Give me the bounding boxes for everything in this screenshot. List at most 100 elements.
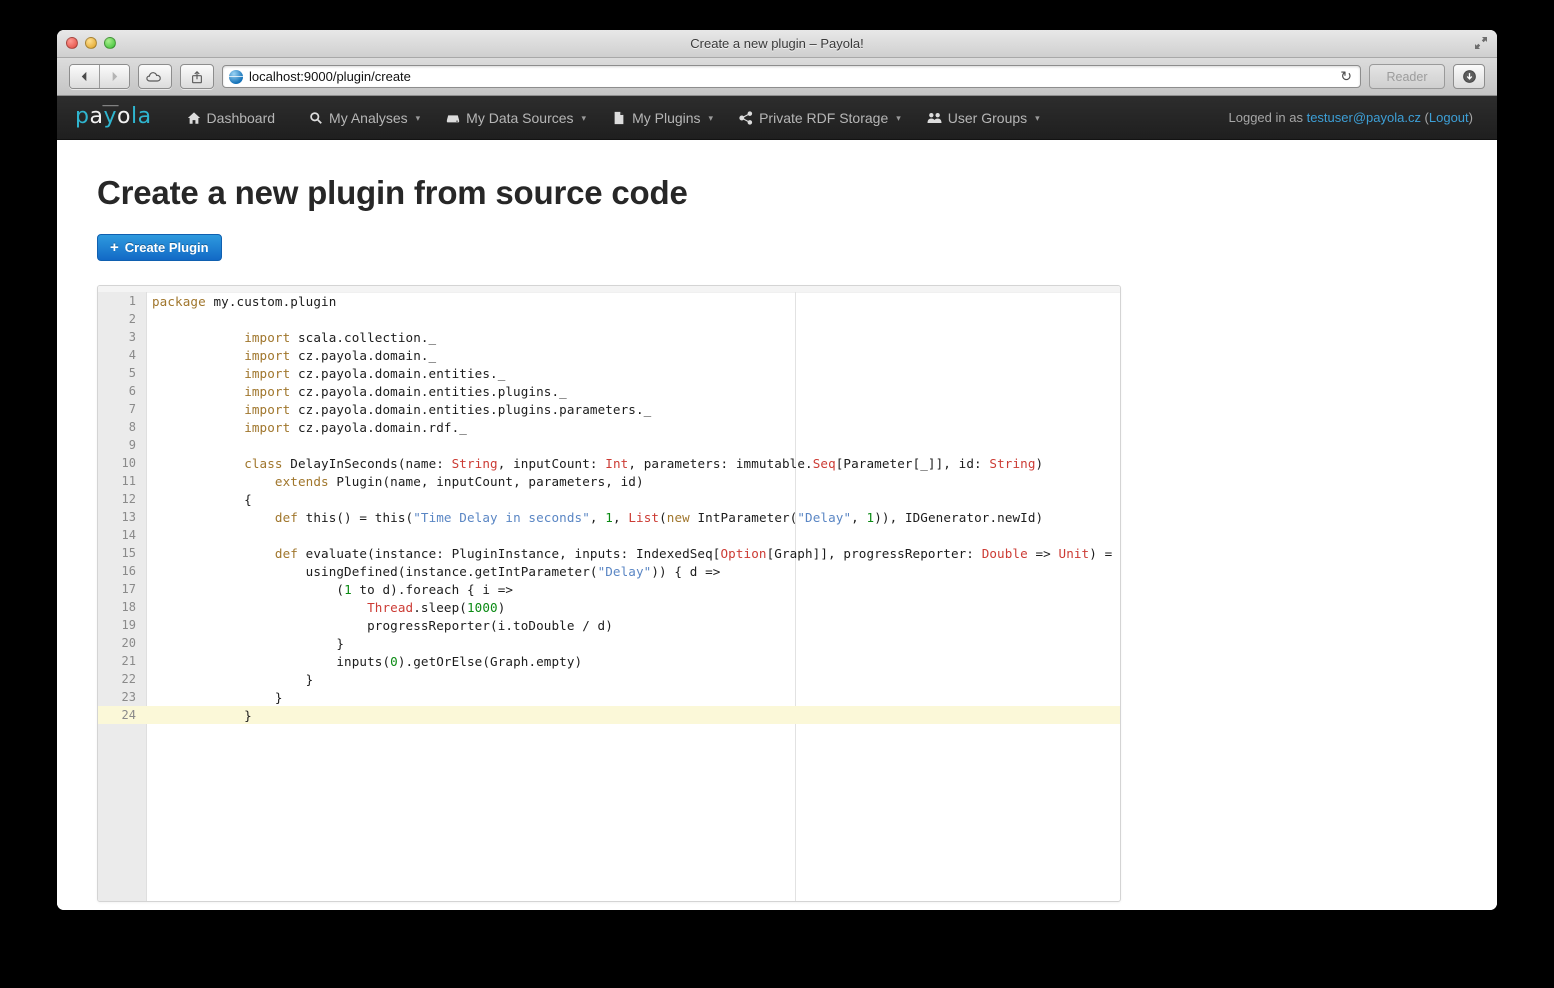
editor-line-9[interactable]: 9 [98, 436, 1120, 454]
line-code-18: Thread.sleep(1000) [367, 599, 506, 615]
create-plugin-button[interactable]: + Create Plugin [97, 234, 222, 261]
line-number-13: 13 [121, 510, 136, 524]
editor-line-16[interactable]: 16 usingDefined(instance.getIntParameter… [98, 562, 1120, 580]
editor-line-13[interactable]: 13 def this() = this("Time Delay in seco… [98, 508, 1120, 526]
editor-lines[interactable]: 1 package my.custom.plugin 2 3 import scala… [98, 292, 1120, 724]
user-email-link[interactable]: testuser@payola.cz [1307, 110, 1421, 125]
editor-line-10[interactable]: 10 class DelayInSeconds(name: String, in… [98, 454, 1120, 472]
line-number-14: 14 [121, 528, 136, 542]
editor-line-18[interactable]: 18 Thread.sleep(1000) [98, 598, 1120, 616]
source-code-editor[interactable]: 1 package my.custom.plugin 2 3 import scala… [97, 285, 1121, 902]
line-number-19: 19 [121, 618, 136, 632]
line-number-16: 16 [121, 564, 136, 578]
editor-line-14[interactable]: 14 [98, 526, 1120, 544]
window-titlebar: Create a new plugin – Payola! [57, 30, 1497, 58]
editor-line-5[interactable]: 5 import cz.payola.domain.entities._ [98, 364, 1120, 382]
editor-line-8[interactable]: 8 import cz.payola.domain.rdf._ [98, 418, 1120, 436]
screen-root: Create a new plugin – Payola! localhost:… [0, 0, 1554, 988]
reload-icon[interactable]: ↻ [1340, 68, 1354, 85]
address-bar[interactable]: localhost:9000/plugin/create ↻ [222, 65, 1361, 88]
reader-button[interactable]: Reader [1369, 64, 1445, 89]
editor-line-1[interactable]: 1 package my.custom.plugin [98, 292, 1120, 310]
editor-line-21[interactable]: 21 inputs(0).getOrElse(Graph.empty) [98, 652, 1120, 670]
line-number-20: 20 [121, 636, 136, 650]
nav-caret-user-groups: ▾ [1035, 113, 1040, 123]
nav-item-my-data-sources[interactable]: My Data Sources ▾ [433, 96, 599, 140]
nav-label-my-data-sources: My Data Sources [466, 109, 574, 126]
logout-link[interactable]: Logout [1429, 110, 1469, 125]
nav-item-user-groups[interactable]: User Groups ▾ [914, 96, 1053, 140]
nav-label-my-analyses: My Analyses [329, 109, 408, 126]
line-code-24: } [152, 707, 252, 723]
line-number-1: 1 [128, 294, 136, 308]
editor-line-19[interactable]: 19 progressReporter(i.toDouble / d) [98, 616, 1120, 634]
nav-item-my-plugins[interactable]: My Plugins ▾ [599, 96, 726, 140]
navbar-items: Dashboard My Analyses ▾ My Data Sources … [174, 96, 1053, 140]
line-number-11: 11 [121, 474, 136, 488]
icloud-tabs-icon[interactable] [138, 64, 172, 89]
nav-caret-my-analyses: ▾ [415, 113, 421, 123]
page-title: Create a new plugin from source code [97, 174, 688, 211]
line-code-10: class DelayInSeconds(name: String, input… [244, 455, 1044, 471]
nav-label-dashboard: Dashboard [206, 109, 276, 126]
editor-line-20[interactable]: 20 } [98, 634, 1120, 652]
window-title: Create a new plugin – Payola! [690, 36, 864, 51]
page-viewport: —— payola Dashboard My Analyses ▾ My Dat… [57, 96, 1497, 910]
line-code-5: import cz.payola.domain.entities._ [244, 365, 506, 381]
logo-la: la [130, 104, 152, 129]
editor-line-7[interactable]: 7 import cz.payola.domain.entities.plugi… [98, 400, 1120, 418]
fullscreen-icon[interactable] [1474, 36, 1488, 50]
editor-line-22[interactable]: 22 } [98, 670, 1120, 688]
editor-line-15[interactable]: 15 def evaluate(instance: PluginInstance… [98, 544, 1120, 562]
nav-item-private-rdf-storage[interactable]: Private RDF Storage ▾ [726, 96, 914, 140]
editor-line-6[interactable]: 6 import cz.payola.domain.entities.plugi… [98, 382, 1120, 400]
navigation-buttons [69, 64, 130, 89]
line-number-4: 4 [128, 348, 136, 362]
editor-line-24[interactable]: 24 } [98, 706, 1120, 724]
line-code-15: def evaluate(instance: PluginInstance, i… [274, 545, 1120, 561]
nav-item-my-analyses[interactable]: My Analyses ▾ [296, 96, 433, 140]
nav-label-private-rdf-storage: Private RDF Storage [759, 109, 889, 126]
main-content: Create a new plugin from source code + C… [57, 140, 1497, 902]
editor-line-17[interactable]: 17 (1 to d).foreach { i => [98, 580, 1120, 598]
line-code-21: inputs(0).getOrElse(Graph.empty) [152, 653, 583, 669]
editor-line-12[interactable]: 12 { [98, 490, 1120, 508]
line-code-8: import cz.payola.domain.rdf._ [244, 419, 467, 435]
line-number-7: 7 [128, 402, 136, 416]
line-code-3: import scala.collection._ [244, 329, 437, 345]
zoom-window-button[interactable] [104, 37, 116, 49]
file-icon [612, 111, 626, 125]
plus-icon: + [110, 239, 119, 256]
share-icon[interactable] [180, 64, 214, 89]
close-window-button[interactable] [66, 37, 78, 49]
editor-line-11[interactable]: 11 extends Plugin(name, inputCount, para… [98, 472, 1120, 490]
line-code-19: progressReporter(i.toDouble / d) [152, 617, 613, 633]
line-number-21: 21 [121, 654, 136, 668]
paren-open: ( [1420, 110, 1429, 125]
line-code-6: import cz.payola.domain.entities.plugins… [244, 383, 567, 399]
nav-label-user-groups: User Groups [947, 109, 1028, 126]
search-icon [309, 111, 323, 125]
editor-line-23[interactable]: 23 } [98, 688, 1120, 706]
line-number-2: 2 [128, 312, 136, 326]
line-code-7: import cz.payola.domain.entities.plugins… [244, 401, 652, 417]
line-code-11: extends Plugin(name, inputCount, paramet… [274, 473, 644, 489]
traffic-light-group [66, 37, 116, 49]
line-code-4: import cz.payola.domain._ [244, 347, 437, 363]
line-code-16: usingDefined(instance.getIntParameter("D… [152, 563, 721, 579]
nav-item-dashboard[interactable]: Dashboard [174, 96, 297, 140]
back-arrow-icon[interactable] [70, 65, 99, 88]
editor-line-4[interactable]: 4 import cz.payola.domain._ [98, 346, 1120, 364]
forward-arrow-icon[interactable] [99, 65, 129, 88]
editor-line-2[interactable]: 2 [98, 310, 1120, 328]
line-number-12: 12 [121, 492, 136, 506]
minimize-window-button[interactable] [85, 37, 97, 49]
line-number-9: 9 [128, 438, 136, 452]
payola-logo[interactable]: —— payola [75, 101, 152, 129]
line-number-15: 15 [121, 546, 136, 560]
harddrive-icon [446, 111, 460, 125]
editor-line-3[interactable]: 3 import scala.collection._ [98, 328, 1120, 346]
downloads-icon[interactable] [1453, 64, 1485, 89]
line-number-10: 10 [121, 456, 136, 470]
nav-caret-my-data-sources: ▾ [581, 113, 587, 123]
